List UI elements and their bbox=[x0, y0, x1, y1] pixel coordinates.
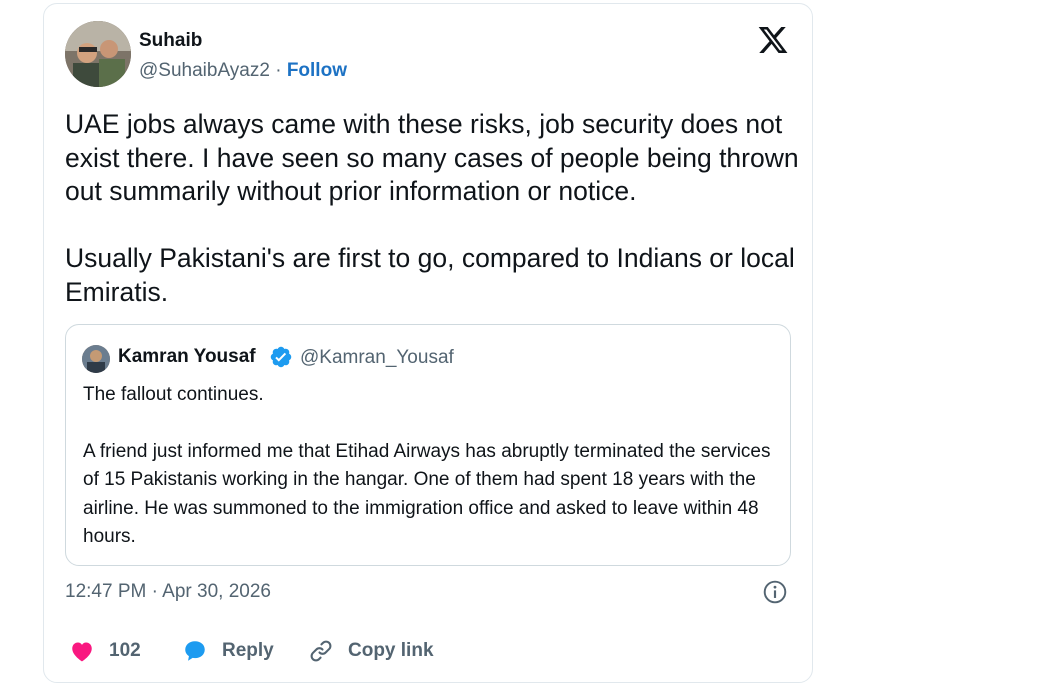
like-count: 102 bbox=[109, 640, 141, 661]
verified-badge-icon bbox=[269, 345, 293, 369]
quoted-author-avatar[interactable] bbox=[82, 345, 110, 373]
author-handle[interactable]: @SuhaibAyaz2 bbox=[139, 60, 270, 81]
like-button[interactable]: 102 bbox=[69, 636, 159, 666]
quoted-tweet[interactable]: Kamran Yousaf @Kamran_Yousaf The fallout… bbox=[65, 324, 791, 566]
author-name[interactable]: Suhaib bbox=[139, 30, 202, 52]
x-logo-icon[interactable] bbox=[757, 24, 789, 56]
tweet-paragraph: Usually Pakistani's are first to go, com… bbox=[65, 243, 795, 307]
follow-button[interactable]: Follow bbox=[287, 60, 347, 81]
tweet-card: Suhaib @SuhaibAyaz2 · Follow UAE jobs al… bbox=[43, 3, 813, 683]
tweet-text: UAE jobs always came with these risks, j… bbox=[65, 108, 800, 309]
copy-link-label: Copy link bbox=[348, 640, 434, 661]
author-handle-row: @SuhaibAyaz2 · Follow bbox=[139, 60, 347, 82]
link-icon bbox=[310, 640, 332, 662]
copy-link-button[interactable]: Copy link bbox=[308, 636, 458, 666]
quoted-text: The fallout continues. A friend just inf… bbox=[83, 381, 783, 552]
reply-button[interactable]: Reply bbox=[182, 636, 282, 666]
reply-label: Reply bbox=[222, 640, 274, 661]
tweet-timestamp[interactable]: 12:47 PM · Apr 30, 2026 bbox=[65, 581, 271, 603]
heart-icon bbox=[72, 642, 92, 662]
tweet-paragraph: UAE jobs always came with these risks, j… bbox=[65, 109, 799, 206]
reply-bubble-icon bbox=[185, 641, 205, 661]
quoted-author-handle[interactable]: @Kamran_Yousaf bbox=[300, 347, 454, 369]
quoted-author-name[interactable]: Kamran Yousaf bbox=[118, 346, 256, 368]
quoted-paragraph: The fallout continues. bbox=[83, 384, 264, 405]
author-avatar[interactable] bbox=[65, 21, 131, 87]
quoted-paragraph: A friend just informed me that Etihad Ai… bbox=[83, 440, 771, 548]
handle-separator: · bbox=[275, 60, 282, 81]
info-icon[interactable] bbox=[762, 579, 788, 605]
